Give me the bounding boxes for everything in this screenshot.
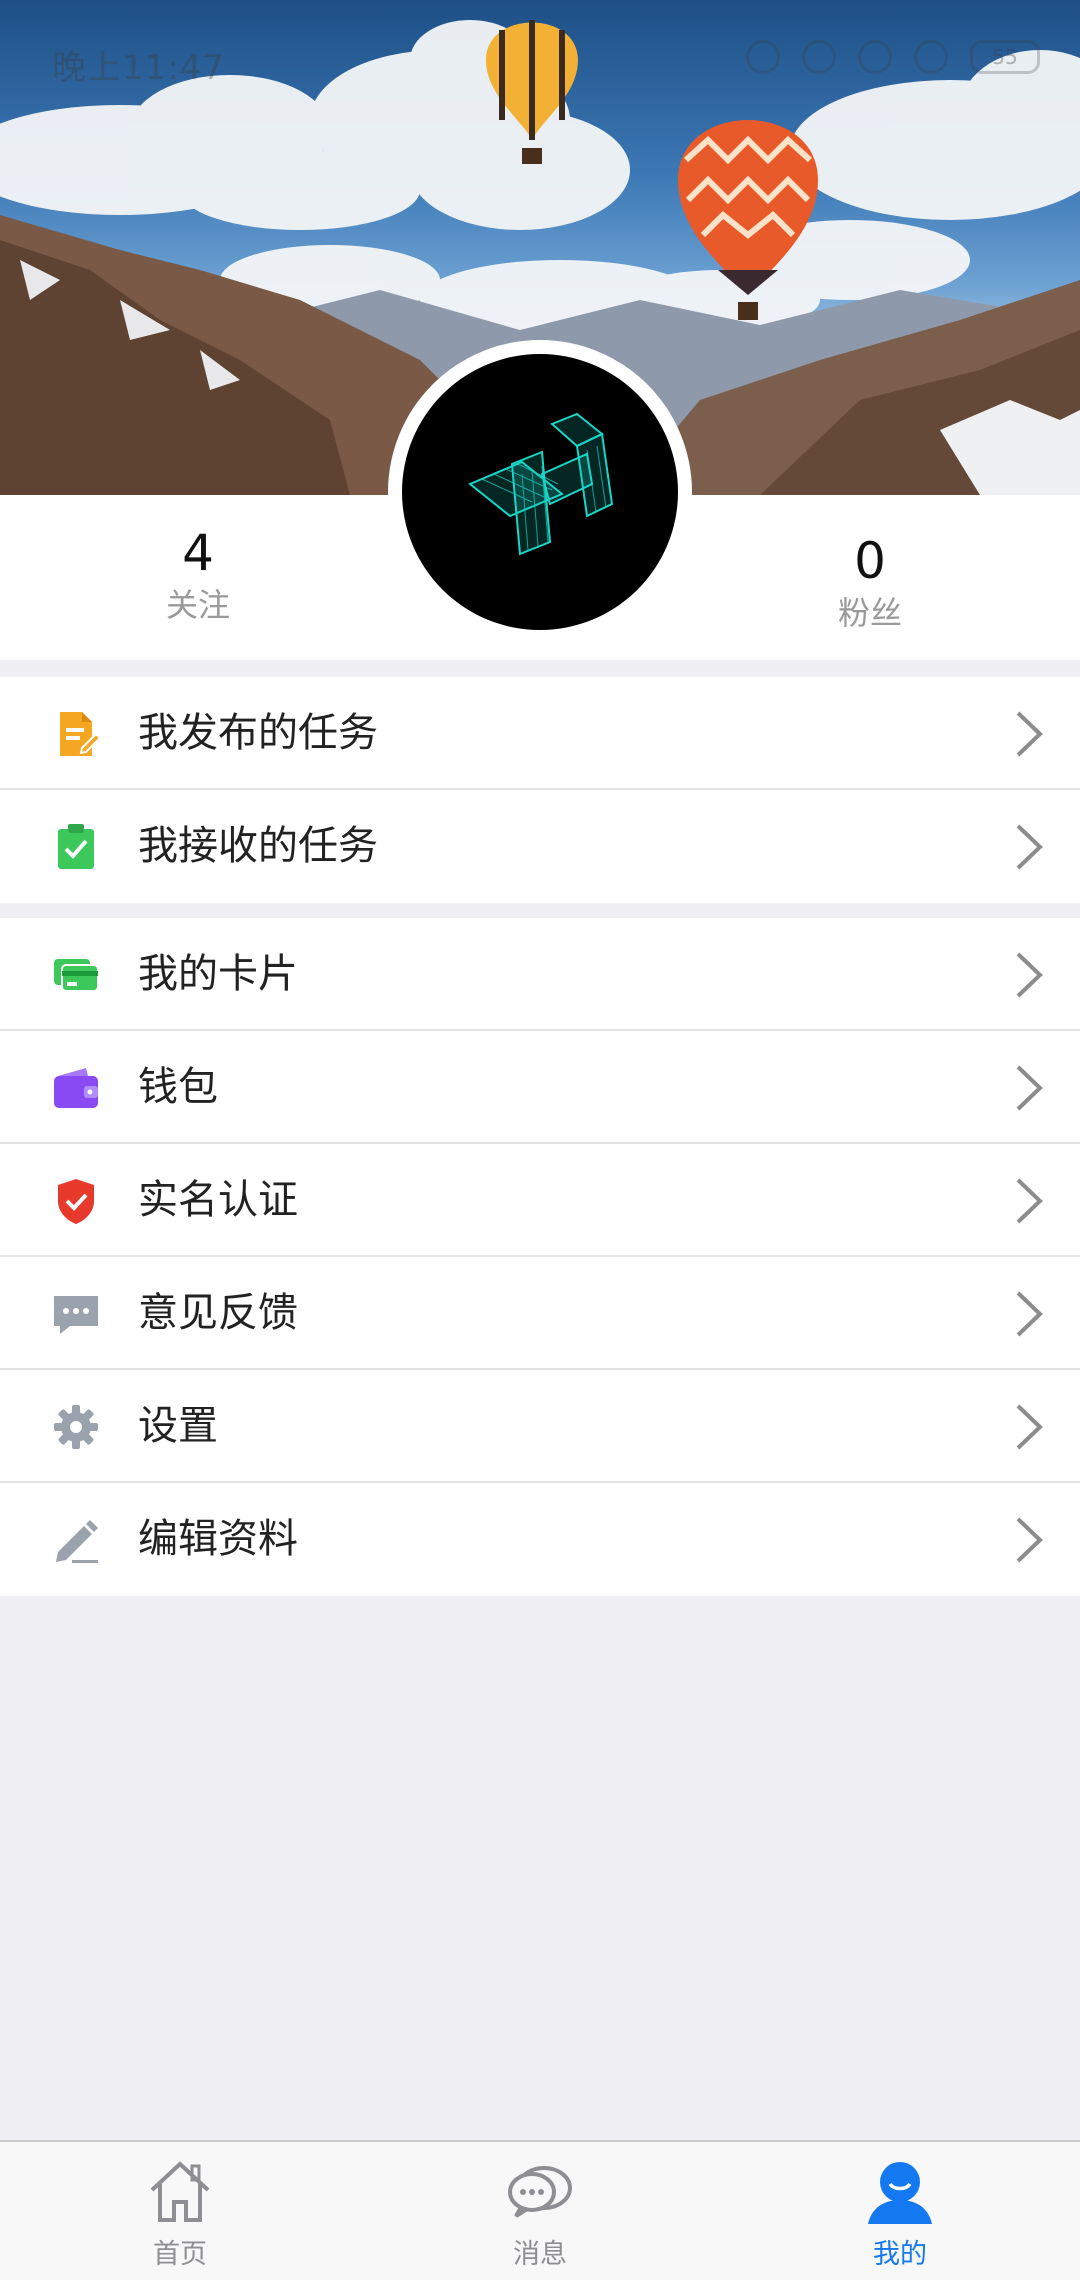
menu-item-label: 实名认证 (138, 1177, 298, 1223)
menu-item-received-tasks[interactable]: 我接收的任务 (0, 790, 1080, 903)
menu-item-feedback[interactable]: 意见反馈 (0, 1257, 1080, 1370)
menu-item-label: 意见反馈 (138, 1290, 298, 1336)
card-icon (54, 959, 99, 992)
tasks-menu-group: 我发布的任务 我接收的任务 (0, 677, 1080, 903)
chevron-right-icon (1016, 1517, 1043, 1563)
notification-icon (746, 40, 780, 74)
chevron-right-icon (1016, 1065, 1043, 1111)
shield-check-icon (58, 1179, 94, 1224)
menu-item-published-tasks[interactable]: 我发布的任务 (0, 677, 1080, 790)
menu-item-label: 钱包 (138, 1064, 218, 1110)
menu-item-label: 我接收的任务 (138, 823, 378, 869)
pencil-icon (56, 1520, 98, 1563)
signal-icon (858, 40, 892, 74)
user-icon (868, 2162, 932, 2224)
clipboard-check-icon (58, 824, 94, 869)
status-time: 晚上11:47 (52, 48, 225, 88)
bottom-tab-bar: 首页 消息 我的 (0, 2140, 1080, 2280)
menu-item-label: 我的卡片 (138, 951, 298, 997)
feedback-icon (54, 1296, 98, 1334)
chevron-right-icon (1016, 952, 1043, 998)
battery-icon: 55 (970, 40, 1040, 74)
chat-bubble-icon (508, 2166, 572, 2218)
menu-item-my-cards[interactable]: 我的卡片 (0, 918, 1080, 1031)
wallet-icon (54, 1068, 98, 1108)
status-bar: 晚上11:47 55 (0, 0, 1080, 120)
avatar-logo-icon (468, 412, 614, 556)
document-edit-icon (60, 712, 100, 756)
status-icons: 55 (746, 40, 1040, 74)
menu-item-edit-profile[interactable]: 编辑资料 (0, 1483, 1080, 1596)
tab-me[interactable]: 我的 (800, 2142, 1000, 2280)
menu-item-settings[interactable]: 设置 (0, 1370, 1080, 1483)
followers-stat[interactable]: 0 粉丝 (750, 531, 990, 635)
chevron-right-icon (1016, 1291, 1043, 1337)
alarm-icon (802, 40, 836, 74)
following-label: 关注 (165, 586, 230, 624)
following-count: 4 (182, 524, 214, 582)
home-icon (150, 2161, 210, 2222)
tab-me-label: 我的 (873, 2239, 927, 2270)
tab-home[interactable]: 首页 (80, 2142, 280, 2280)
menu-item-real-name-verification[interactable]: 实名认证 (0, 1144, 1080, 1257)
followers-count: 0 (854, 532, 886, 590)
tab-messages-label: 消息 (513, 2239, 567, 2270)
profile-screen: 晚上11:47 55 4 关注 0 粉丝 我发布的任务 我接收的任务 我的卡片 … (0, 0, 1080, 2280)
menu-item-label: 设置 (138, 1403, 218, 1449)
tab-home-label: 首页 (153, 2239, 207, 2270)
menu-item-label: 编辑资料 (138, 1516, 298, 1562)
account-menu-group: 我的卡片 钱包 实名认证 意见反馈 设置 编辑资料 (0, 918, 1080, 1596)
tab-messages[interactable]: 消息 (440, 2142, 640, 2280)
chevron-right-icon (1016, 1178, 1043, 1224)
avatar-frame[interactable] (388, 340, 692, 644)
following-stat[interactable]: 4 关注 (78, 523, 318, 627)
menu-item-wallet[interactable]: 钱包 (0, 1031, 1080, 1144)
chevron-right-icon (1016, 824, 1043, 870)
gear-icon (54, 1405, 98, 1449)
chevron-right-icon (1016, 1404, 1043, 1450)
wifi-icon (914, 40, 948, 74)
avatar (402, 354, 678, 630)
chevron-right-icon (1016, 711, 1043, 757)
followers-label: 粉丝 (837, 594, 902, 632)
menu-item-label: 我发布的任务 (138, 710, 378, 756)
